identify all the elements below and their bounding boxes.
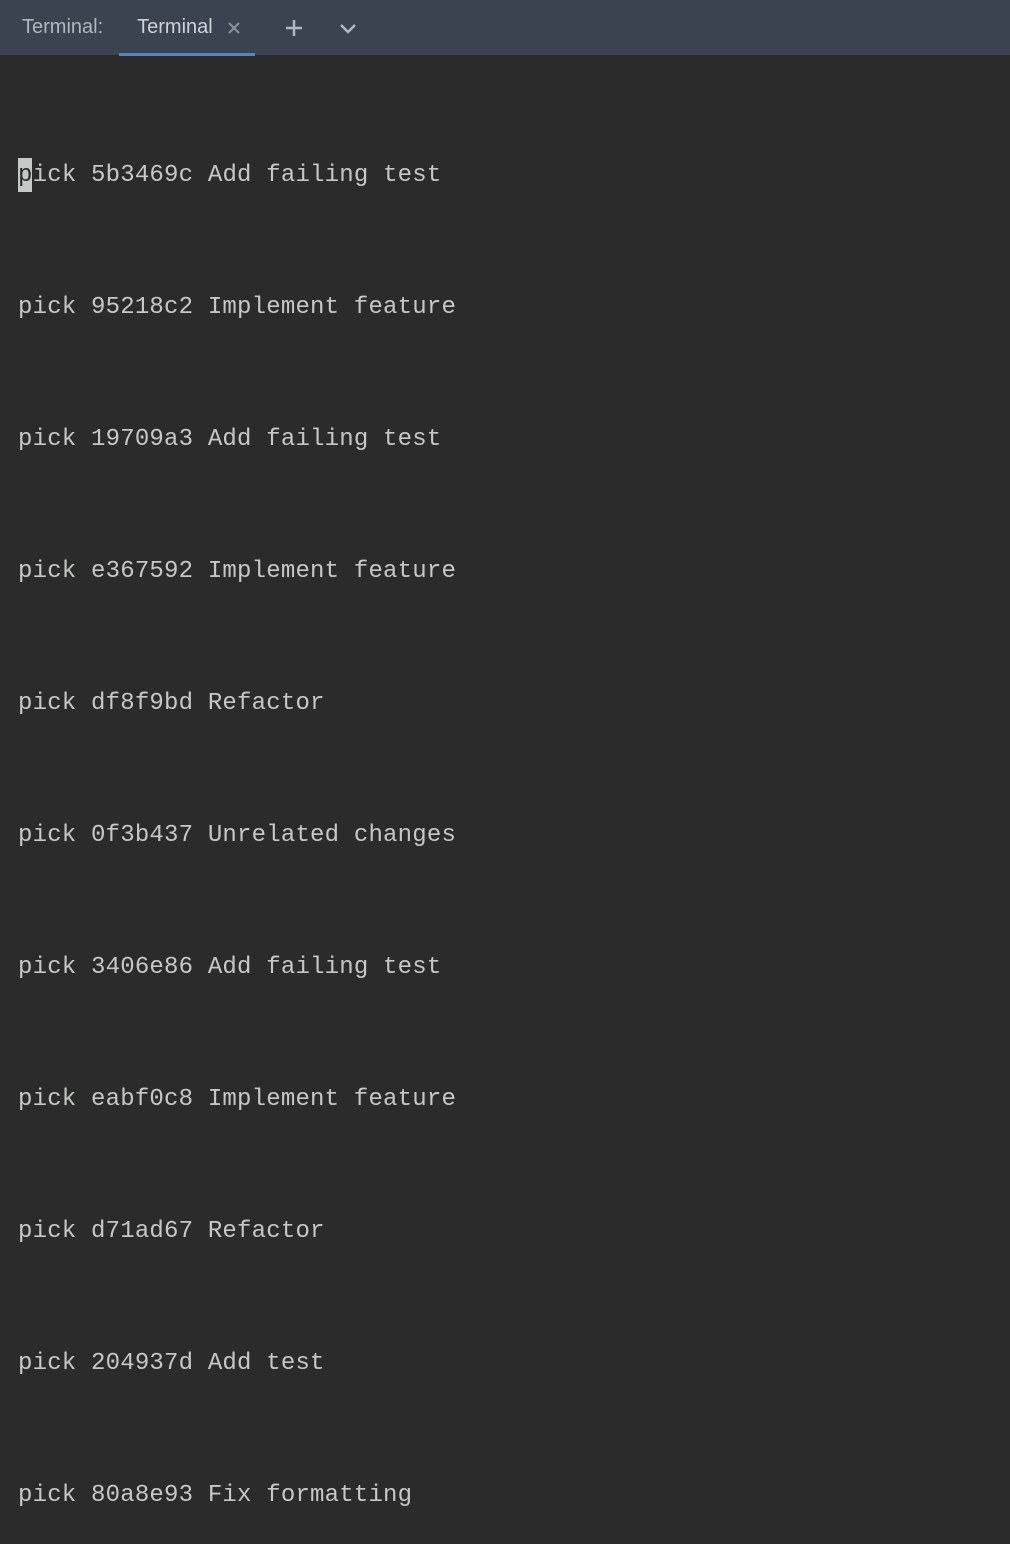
tab-active-indicator — [119, 53, 255, 56]
tab-label: Terminal — [137, 16, 213, 39]
rebase-line-text: ick 5b3469c Add failing test — [33, 162, 442, 189]
rebase-line: pick 19709a3 Add failing test — [18, 418, 992, 462]
rebase-line: pick eabf0c8 Implement feature — [18, 1078, 992, 1122]
rebase-line: pick 5b3469c Add failing test — [18, 154, 992, 198]
cursor: p — [18, 154, 33, 198]
rebase-line: pick 0f3b437 Unrelated changes — [18, 814, 992, 858]
rebase-line: pick 3406e86 Add failing test — [18, 946, 992, 990]
rebase-line: pick df8f9bd Refactor — [18, 682, 992, 726]
rebase-line: pick d71ad67 Refactor — [18, 1210, 992, 1254]
rebase-line: pick 95218c2 Implement feature — [18, 286, 992, 330]
tab-terminal[interactable]: Terminal — [121, 0, 253, 55]
rebase-line: pick e367592 Implement feature — [18, 550, 992, 594]
terminal-output[interactable]: pick 5b3469c Add failing test pick 95218… — [0, 56, 1010, 1544]
close-icon[interactable] — [223, 17, 245, 39]
panel-title: Terminal: — [10, 16, 115, 39]
chevron-down-icon[interactable] — [335, 15, 361, 41]
rebase-line: pick 80a8e93 Fix formatting — [18, 1474, 992, 1518]
rebase-line: pick 204937d Add test — [18, 1342, 992, 1386]
terminal-tab-bar: Terminal: Terminal — [0, 0, 1010, 56]
plus-icon[interactable] — [281, 15, 307, 41]
